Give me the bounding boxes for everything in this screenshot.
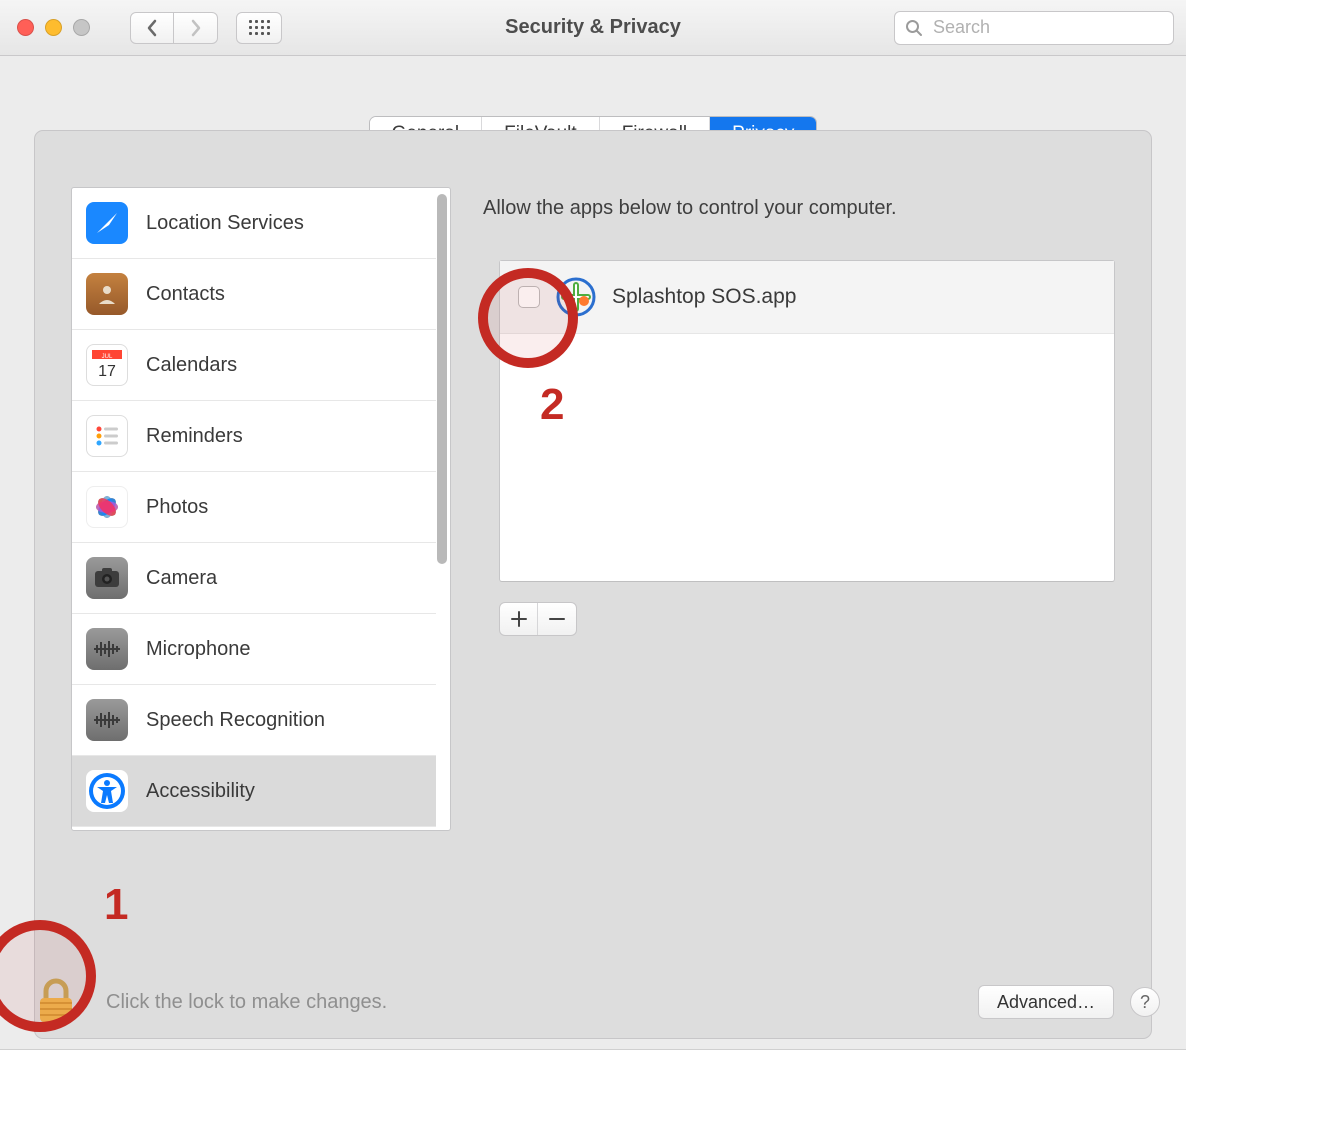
footer: Click the lock to make changes. Advanced… bbox=[0, 967, 1186, 1037]
chevron-right-icon bbox=[190, 19, 202, 37]
sidebar-item-label: Contacts bbox=[146, 283, 225, 306]
add-app-button[interactable] bbox=[500, 603, 538, 635]
speech-icon bbox=[86, 699, 128, 741]
window-controls bbox=[17, 19, 90, 36]
preferences-window: Security & Privacy General FileVault Fir… bbox=[0, 0, 1186, 1050]
location-icon bbox=[86, 202, 128, 244]
sidebar-item-camera[interactable]: Camera bbox=[72, 543, 436, 614]
close-window-button[interactable] bbox=[17, 19, 34, 36]
show-all-button[interactable] bbox=[236, 12, 282, 44]
app-icon bbox=[556, 277, 596, 317]
sidebar-item-label: Microphone bbox=[146, 638, 251, 661]
sidebar-item-label: Photos bbox=[146, 496, 208, 519]
add-remove-controls bbox=[499, 602, 577, 636]
reminders-icon bbox=[86, 415, 128, 457]
svg-text:17: 17 bbox=[98, 363, 116, 380]
sidebar-item-location[interactable]: Location Services bbox=[72, 188, 436, 259]
sidebar-item-label: Location Services bbox=[146, 212, 304, 235]
accessibility-icon bbox=[86, 770, 128, 812]
privacy-category-list[interactable]: Location Services Contacts JUL 17 Calenda… bbox=[71, 187, 451, 831]
nav-buttons bbox=[130, 12, 218, 44]
titlebar: Security & Privacy bbox=[0, 0, 1186, 56]
privacy-panel: Location Services Contacts JUL 17 Calenda… bbox=[34, 130, 1152, 1039]
sidebar-item-calendars[interactable]: JUL 17 Calendars bbox=[72, 330, 436, 401]
app-name: Splashtop SOS.app bbox=[612, 285, 796, 309]
contacts-icon bbox=[86, 273, 128, 315]
lock-message: Click the lock to make changes. bbox=[106, 991, 387, 1014]
advanced-button[interactable]: Advanced… bbox=[978, 985, 1114, 1019]
sidebar-item-label: Camera bbox=[146, 567, 217, 590]
sidebar-item-label: Reminders bbox=[146, 425, 243, 448]
remove-app-button[interactable] bbox=[538, 603, 576, 635]
search-icon bbox=[905, 19, 923, 37]
search-input[interactable] bbox=[931, 16, 1167, 39]
sidebar-item-photos[interactable]: Photos bbox=[72, 472, 436, 543]
sidebar-item-label: Accessibility bbox=[146, 780, 255, 803]
help-button[interactable]: ? bbox=[1130, 987, 1160, 1017]
app-checkbox[interactable] bbox=[518, 286, 540, 308]
plus-icon bbox=[511, 611, 527, 627]
sidebar-item-label: Speech Recognition bbox=[146, 709, 325, 732]
sidebar-item-accessibility[interactable]: Accessibility bbox=[72, 756, 436, 827]
scrollbar[interactable] bbox=[437, 194, 447, 564]
back-button[interactable] bbox=[130, 12, 174, 44]
sidebar-item-microphone[interactable]: Microphone bbox=[72, 614, 436, 685]
forward-button[interactable] bbox=[174, 12, 218, 44]
search-field[interactable] bbox=[894, 11, 1174, 45]
minus-icon bbox=[549, 611, 565, 627]
sidebar-item-label: Calendars bbox=[146, 354, 237, 377]
camera-icon bbox=[86, 557, 128, 599]
chevron-left-icon bbox=[146, 19, 158, 37]
calendar-icon: JUL 17 bbox=[86, 344, 128, 386]
svg-text:JUL: JUL bbox=[102, 354, 113, 360]
page-whitespace bbox=[0, 1050, 1186, 1146]
microphone-icon bbox=[86, 628, 128, 670]
photos-icon bbox=[86, 486, 128, 528]
minimize-window-button[interactable] bbox=[45, 19, 62, 36]
grid-icon bbox=[249, 20, 270, 35]
app-row[interactable]: Splashtop SOS.app bbox=[500, 261, 1114, 334]
accessibility-apps-pane: Allow the apps below to control your com… bbox=[477, 187, 1115, 831]
sidebar-item-reminders[interactable]: Reminders bbox=[72, 401, 436, 472]
sidebar-item-contacts[interactable]: Contacts bbox=[72, 259, 436, 330]
sidebar-item-speech[interactable]: Speech Recognition bbox=[72, 685, 436, 756]
zoom-window-button[interactable] bbox=[73, 19, 90, 36]
prompt-text: Allow the apps below to control your com… bbox=[483, 197, 1115, 220]
lock-icon bbox=[34, 978, 78, 1026]
app-list[interactable]: Splashtop SOS.app bbox=[499, 260, 1115, 582]
lock-button[interactable] bbox=[32, 978, 80, 1026]
